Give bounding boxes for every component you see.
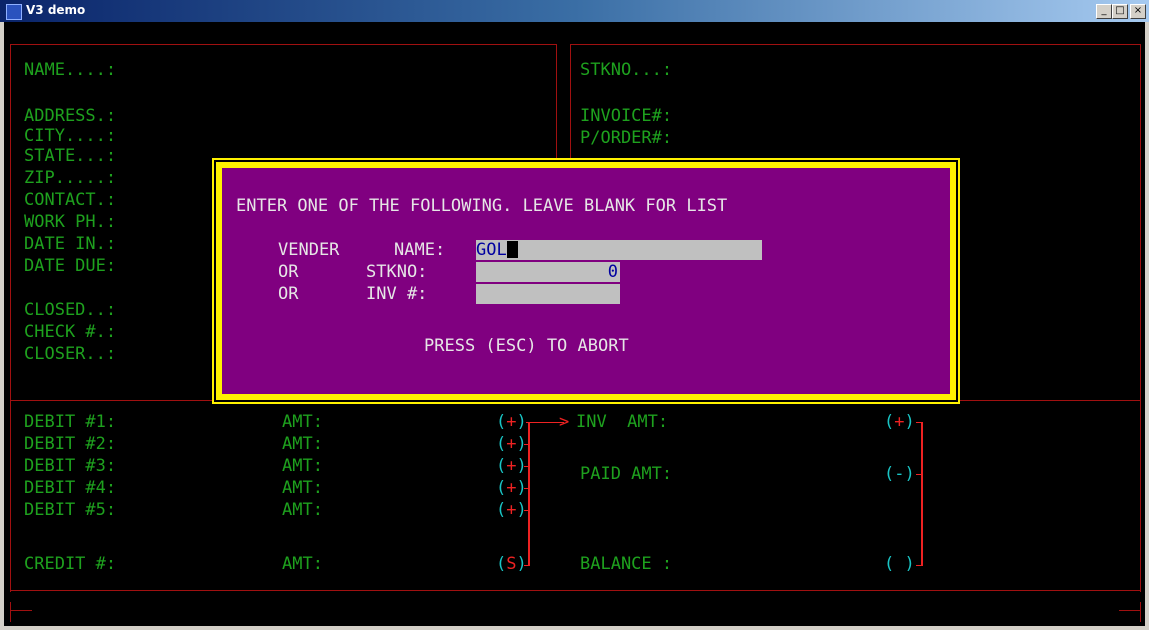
credit-amt-label: AMT: bbox=[282, 554, 323, 574]
vendor-name-label: NAME: bbox=[394, 240, 446, 260]
tick-4 bbox=[524, 488, 529, 489]
app-icon bbox=[6, 4, 22, 20]
right-border bbox=[1140, 44, 1141, 592]
state-label: STATE...: bbox=[24, 146, 117, 166]
balance-label: BALANCE : bbox=[580, 554, 673, 574]
debit-2-amt-label: AMT: bbox=[282, 434, 323, 454]
inv-amt-label: INV AMT: bbox=[576, 412, 669, 432]
vendor-search-dialog: ENTER ONE OF THE FOLLOWING. LEAVE BLANK … bbox=[212, 158, 960, 404]
credit-label: CREDIT #: bbox=[24, 554, 117, 574]
paid-amt-label: PAID AMT: bbox=[580, 464, 673, 484]
right-bracket-mid bbox=[916, 474, 922, 475]
dialog-frame-inner: ENTER ONE OF THE FOLLOWING. LEAVE BLANK … bbox=[216, 162, 956, 400]
minimize-button[interactable]: _ bbox=[1096, 4, 1112, 19]
debit-1-amt-label: AMT: bbox=[282, 412, 323, 432]
vendor-prefix: VENDER bbox=[278, 240, 340, 260]
vendor-name-value: GOL bbox=[476, 240, 507, 260]
or-prefix-1: OR bbox=[278, 262, 299, 282]
corner-left bbox=[10, 602, 11, 622]
debit-3-sign: (+) bbox=[496, 456, 527, 476]
date-due-label: DATE DUE: bbox=[24, 256, 117, 276]
debit-2-label: DEBIT #2: bbox=[24, 434, 117, 454]
text-cursor bbox=[506, 241, 518, 258]
invoice-label: INVOICE#: bbox=[580, 106, 673, 126]
debit-1-sign: (+) bbox=[496, 412, 527, 432]
debit-5-amt-label: AMT: bbox=[282, 500, 323, 520]
date-in-label: DATE IN.: bbox=[24, 234, 117, 254]
debit-5-sign: (+) bbox=[496, 500, 527, 520]
check-label: CHECK #.: bbox=[24, 322, 117, 342]
paid-amt-sign: (-) bbox=[884, 464, 915, 484]
window-title: V3 demo bbox=[26, 3, 86, 17]
work-phone-label: WORK PH.: bbox=[24, 212, 117, 232]
tick-3 bbox=[524, 466, 529, 467]
stkno-label-dialog: STKNO: bbox=[366, 262, 428, 282]
inv-label-dialog: INV #: bbox=[366, 284, 428, 304]
right-bracket-bottom bbox=[916, 565, 922, 566]
inv-amt-sign: (+) bbox=[884, 412, 915, 432]
left-border bbox=[10, 44, 11, 592]
address-label: ADDRESS.: bbox=[24, 106, 117, 126]
ledger-bottom-border bbox=[10, 590, 1141, 591]
closed-label: CLOSED..: bbox=[24, 300, 117, 320]
name-label: NAME....: bbox=[24, 60, 117, 80]
window-title-bar[interactable]: V3 demo _ □ × bbox=[0, 0, 1149, 22]
stkno-label: STKNO...: bbox=[580, 60, 673, 80]
closer-label: CLOSER..: bbox=[24, 344, 117, 364]
debit-5-label: DEBIT #5: bbox=[24, 500, 117, 520]
terminal-screen[interactable]: NAME....: ADDRESS.: CITY....: STATE...: … bbox=[4, 22, 1145, 626]
debit-4-label: DEBIT #4: bbox=[24, 478, 117, 498]
maximize-button[interactable]: □ bbox=[1112, 4, 1128, 19]
right-panel-top-border bbox=[570, 44, 1140, 45]
debit-3-amt-label: AMT: bbox=[282, 456, 323, 476]
tick-2 bbox=[524, 444, 529, 445]
tick-credit bbox=[524, 565, 529, 566]
dialog-body: ENTER ONE OF THE FOLLOWING. LEAVE BLANK … bbox=[222, 168, 950, 394]
close-button[interactable]: × bbox=[1130, 4, 1146, 19]
corner-right-tick bbox=[1119, 610, 1141, 611]
stkno-input[interactable]: 0 bbox=[476, 262, 620, 282]
contact-label: CONTACT.: bbox=[24, 190, 117, 210]
abort-hint: PRESS (ESC) TO ABORT bbox=[424, 336, 629, 356]
right-bracket-line bbox=[921, 422, 923, 566]
corner-left-tick bbox=[10, 610, 32, 611]
corner-right bbox=[1140, 602, 1141, 622]
inv-input[interactable] bbox=[476, 284, 620, 304]
debit-2-sign: (+) bbox=[496, 434, 527, 454]
zip-label: ZIP.....: bbox=[24, 168, 117, 188]
city-label: CITY....: bbox=[24, 126, 117, 146]
credit-sign: (S) bbox=[496, 554, 527, 574]
stkno-value: 0 bbox=[607, 262, 618, 282]
porder-label: P/ORDER#: bbox=[580, 128, 673, 148]
debit-1-label: DEBIT #1: bbox=[24, 412, 117, 432]
or-prefix-2: OR bbox=[278, 284, 299, 304]
tick-5 bbox=[524, 510, 529, 511]
debit-4-sign: (+) bbox=[496, 478, 527, 498]
debit-4-amt-label: AMT: bbox=[282, 478, 323, 498]
dialog-frame-gap: ENTER ONE OF THE FOLLOWING. LEAVE BLANK … bbox=[214, 160, 958, 402]
vendor-name-input[interactable]: GOL bbox=[476, 240, 762, 260]
debit-arrow-head: > bbox=[559, 412, 570, 432]
balance-sign: ( ) bbox=[884, 554, 915, 574]
debit-3-label: DEBIT #3: bbox=[24, 456, 117, 476]
dialog-heading: ENTER ONE OF THE FOLLOWING. LEAVE BLANK … bbox=[236, 196, 728, 216]
left-panel-top-border bbox=[10, 44, 557, 45]
